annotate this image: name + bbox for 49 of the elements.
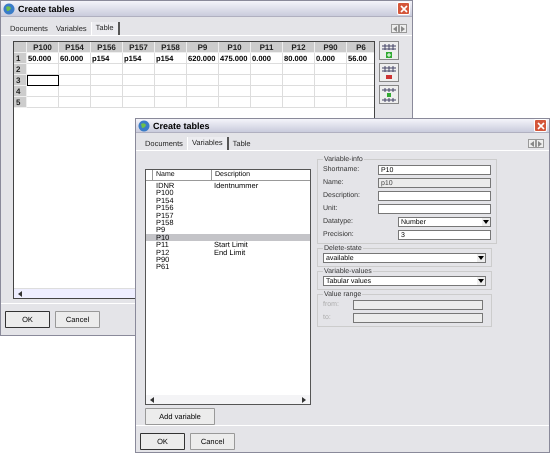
row-number: 2 [14, 64, 27, 75]
column-header: P158 [155, 42, 187, 53]
globe-icon [3, 2, 15, 14]
window-title: Create tables [153, 120, 211, 130]
delete-row-button[interactable] [379, 63, 399, 82]
scroll-left-button[interactable] [528, 139, 536, 148]
corner-cell [14, 42, 27, 53]
column-header: P157 [123, 42, 155, 53]
close-button[interactable] [534, 119, 547, 132]
dropdown-arrow-icon [478, 279, 484, 283]
add-row-button[interactable] [379, 41, 399, 60]
column-header: P156 [91, 42, 123, 53]
scroll-left-button[interactable] [391, 24, 399, 33]
window-title: Create tables [18, 4, 76, 14]
column-header: P154 [59, 42, 91, 53]
row-number: 4 [14, 86, 27, 97]
left-arrow-icon [18, 290, 22, 296]
left-arrow-icon [393, 26, 397, 32]
row-number: 1 [14, 53, 27, 64]
row-number: 5 [14, 97, 27, 108]
close-icon [536, 122, 544, 130]
close-button[interactable] [397, 2, 410, 15]
column-header: P6 [347, 42, 374, 53]
column-header: P9 [187, 42, 219, 53]
column-header: P100 [27, 42, 59, 53]
dropdown-arrow-icon [483, 220, 489, 224]
column-header: P10 [219, 42, 251, 53]
add-row-icon [381, 42, 397, 58]
dropdown-arrow-icon [478, 256, 484, 260]
row-number: 3 [14, 75, 27, 86]
right-arrow-icon [538, 140, 542, 146]
right-arrow-icon [302, 396, 306, 402]
insert-row-icon [381, 86, 397, 102]
globe-icon [138, 120, 150, 132]
table-cell[interactable] [27, 75, 59, 86]
column-header: P12 [283, 42, 315, 53]
left-arrow-icon [150, 396, 154, 402]
close-icon [400, 4, 408, 12]
horizontal-scrollbar[interactable] [146, 395, 310, 404]
scroll-right-button[interactable] [536, 139, 544, 148]
delete-row-icon [381, 64, 397, 80]
input-field[interactable] [378, 190, 491, 200]
insert-row-button[interactable] [379, 85, 399, 104]
column-header: P90 [315, 42, 347, 53]
column-header: P11 [251, 42, 283, 53]
scroll-right-button[interactable] [399, 24, 407, 33]
left-arrow-icon [530, 140, 534, 146]
right-arrow-icon [401, 26, 405, 32]
input-field[interactable] [378, 204, 491, 214]
